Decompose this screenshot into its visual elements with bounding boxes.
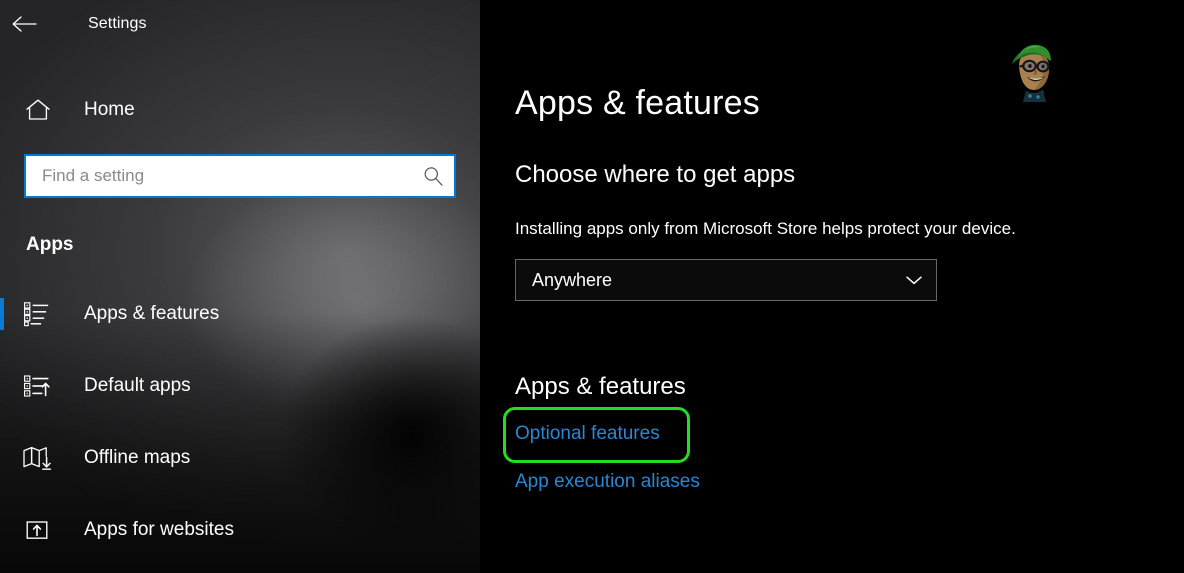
sidebar: Settings Home Apps bbox=[0, 0, 480, 573]
optional-features-link[interactable]: Optional features bbox=[515, 423, 660, 445]
sidebar-section-title: Apps bbox=[26, 234, 74, 255]
choose-apps-heading: Choose where to get apps bbox=[515, 161, 796, 188]
sidebar-item-label-home: Home bbox=[84, 99, 135, 120]
map-download-icon bbox=[14, 445, 60, 471]
settings-window: Settings Home Apps bbox=[0, 0, 1184, 573]
apps-features-heading: Apps & features bbox=[515, 373, 686, 400]
choose-apps-description: Installing apps only from Microsoft Stor… bbox=[515, 219, 1016, 238]
sidebar-item-label: Apps for websites bbox=[84, 519, 234, 540]
selection-indicator bbox=[0, 298, 4, 330]
optional-features-link-wrapper: Optional features bbox=[503, 407, 690, 463]
sidebar-nav-list: Apps & features Default apps Offline map… bbox=[0, 278, 480, 566]
title-bar: Settings bbox=[0, 0, 480, 48]
user-avatar-icon[interactable] bbox=[1002, 40, 1064, 102]
main-content: Apps & features Choose where to get apps… bbox=[480, 0, 1184, 573]
sidebar-item-apps-features[interactable]: Apps & features bbox=[0, 278, 480, 350]
back-button[interactable] bbox=[0, 0, 48, 48]
sidebar-item-apps-for-websites[interactable]: Apps for websites bbox=[0, 494, 480, 566]
sidebar-item-label: Apps & features bbox=[84, 303, 220, 324]
search-input[interactable] bbox=[26, 166, 412, 186]
page-title: Apps & features bbox=[515, 84, 760, 122]
app-source-dropdown[interactable]: Anywhere bbox=[515, 259, 937, 301]
box-arrow-up-icon bbox=[14, 517, 60, 543]
search-box[interactable] bbox=[24, 154, 456, 198]
sidebar-item-home[interactable]: Home bbox=[0, 86, 480, 134]
app-source-dropdown-value: Anywhere bbox=[532, 269, 613, 290]
chevron-down-icon[interactable] bbox=[892, 273, 936, 287]
search-icon[interactable] bbox=[412, 165, 454, 187]
window-title: Settings bbox=[88, 15, 147, 32]
app-execution-aliases-row: App execution aliases bbox=[515, 471, 1184, 493]
app-execution-aliases-link[interactable]: App execution aliases bbox=[515, 471, 700, 493]
back-arrow-icon bbox=[11, 15, 37, 33]
sidebar-item-label: Offline maps bbox=[84, 447, 191, 468]
list-arrow-up-icon bbox=[14, 373, 60, 399]
home-icon bbox=[14, 98, 62, 122]
sidebar-item-offline-maps[interactable]: Offline maps bbox=[0, 422, 480, 494]
sidebar-item-default-apps[interactable]: Default apps bbox=[0, 350, 480, 422]
list-bullet-icon bbox=[14, 301, 60, 327]
sidebar-item-label: Default apps bbox=[84, 375, 191, 396]
